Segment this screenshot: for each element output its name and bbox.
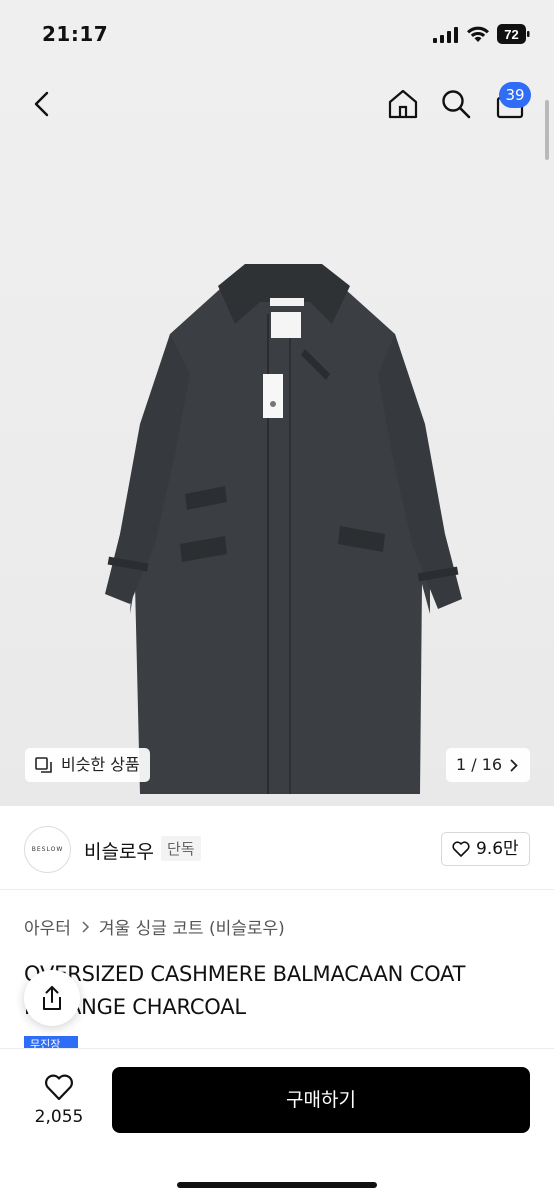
home-button[interactable]	[383, 84, 423, 124]
wifi-icon	[467, 26, 489, 42]
coat-product-image	[105, 264, 462, 794]
exclusive-badge: 단독	[161, 836, 201, 861]
product-image-gallery[interactable]	[0, 64, 554, 806]
brand-name[interactable]: 비슬로우	[84, 837, 154, 864]
buy-button[interactable]: 구매하기	[112, 1067, 530, 1133]
product-title: OVERSIZED CASHMERE BALMACAAN COAT MELANG…	[24, 962, 466, 1019]
brand-like-count: 9.6만	[476, 839, 519, 859]
brand-like-button[interactable]: 9.6만	[441, 832, 530, 866]
chevron-left-icon	[34, 91, 49, 117]
home-indicator	[177, 1182, 377, 1188]
top-navigation-bar	[0, 64, 554, 144]
heart-icon	[45, 1074, 73, 1101]
heart-icon	[452, 841, 470, 857]
cellular-signal-icon	[433, 27, 458, 43]
breadcrumb-category[interactable]: 아우터	[24, 914, 71, 939]
battery-level: 72	[504, 27, 518, 42]
image-counter-text: 1 / 16	[456, 755, 503, 774]
status-bar: 21:17 72	[0, 0, 554, 64]
share-button[interactable]	[24, 970, 80, 1026]
search-icon	[442, 90, 471, 119]
back-button[interactable]	[22, 84, 62, 124]
wishlist-count: 2,055	[34, 1107, 84, 1127]
chevron-right-icon	[82, 920, 89, 933]
share-icon	[43, 986, 61, 1010]
similar-products-button[interactable]: 비슷한 상품	[25, 748, 150, 782]
scrollbar[interactable]	[545, 100, 549, 160]
image-counter-button[interactable]: 1 / 16	[446, 748, 530, 782]
breadcrumb: 아우터 겨울 싱글 코트 (비슬로우)	[24, 914, 285, 939]
status-time: 21:17	[42, 22, 109, 46]
battery-icon: 72	[497, 24, 530, 44]
similar-items-icon	[35, 757, 52, 773]
breadcrumb-subcategory[interactable]: 겨울 싱글 코트 (비슬로우)	[99, 914, 285, 939]
cart-count-badge: 39	[499, 82, 531, 108]
wishlist-button[interactable]: 2,055	[24, 1069, 94, 1127]
brand-row: BESLOW 비슬로우 단독 9.6만	[0, 808, 554, 890]
bottom-action-bar: 2,055 구매하기	[0, 1048, 554, 1200]
chevron-right-icon	[510, 759, 518, 772]
similar-products-label: 비슷한 상품	[61, 755, 140, 774]
brand-logo[interactable]: BESLOW	[24, 826, 71, 873]
search-button[interactable]	[436, 84, 476, 124]
home-icon	[388, 89, 418, 119]
brand-logo-text: BESLOW	[31, 846, 64, 853]
